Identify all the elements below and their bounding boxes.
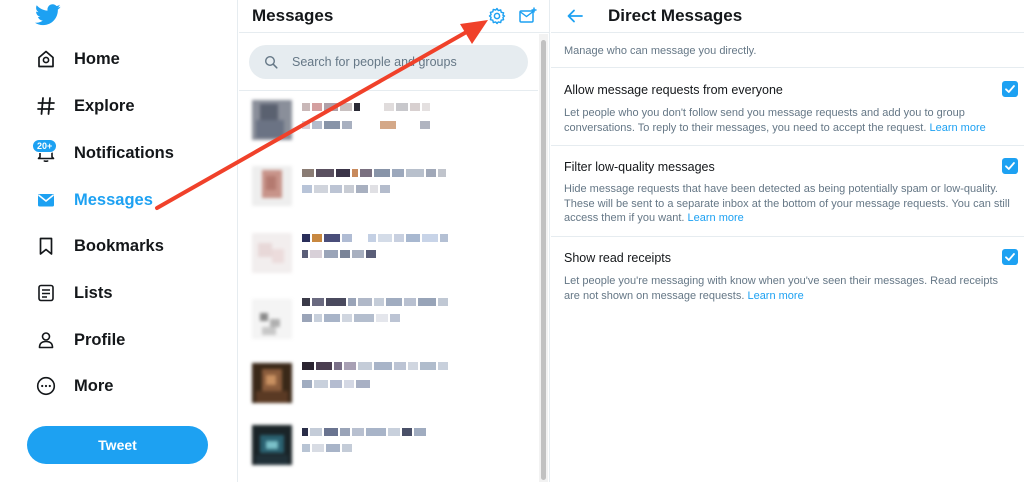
learn-more-link[interactable]: Learn more — [929, 122, 985, 134]
checkmark-icon — [1005, 253, 1015, 261]
nav-item-explore[interactable]: Explore — [28, 86, 135, 126]
option-description-filter-low-quality: Hide message requests that have been det… — [564, 182, 1012, 226]
blurred-preview — [302, 185, 392, 193]
description-text: Hide message requests that have been det… — [564, 183, 1010, 224]
blurred-name — [302, 428, 428, 436]
conversation-item[interactable] — [239, 159, 538, 225]
bookmark-icon — [28, 233, 64, 259]
avatar — [252, 363, 292, 403]
read-receipts-checkbox[interactable] — [1002, 249, 1018, 265]
avatar — [252, 166, 292, 206]
blurred-name — [302, 103, 432, 111]
person-icon — [28, 327, 64, 353]
nav-label-messages: Messages — [74, 190, 153, 209]
blurred-preview — [302, 121, 432, 129]
blurred-preview — [302, 444, 354, 452]
description-text: Let people who you don't follow send you… — [564, 107, 965, 134]
option-description-allow-requests: Let people who you don't follow send you… — [564, 106, 1012, 135]
hashtag-icon — [28, 93, 64, 119]
nav-label-notifications: Notifications — [74, 143, 174, 162]
conversation-item[interactable] — [239, 226, 538, 292]
envelope-icon — [28, 187, 64, 213]
blurred-preview — [302, 250, 378, 258]
nav-label-home: Home — [74, 49, 120, 68]
blurred-name — [302, 298, 450, 306]
more-icon — [28, 373, 64, 399]
option-label-allow-requests: Allow message requests from everyone — [564, 83, 783, 97]
nav-label-explore: Explore — [74, 96, 135, 115]
filter-low-quality-checkbox[interactable] — [1002, 158, 1018, 174]
search-bar[interactable] — [249, 45, 528, 79]
left-navigation: Home Explore Notifications 20+ Messages … — [0, 0, 238, 482]
notifications-badge: 20+ — [32, 139, 58, 153]
conversation-item[interactable] — [239, 93, 538, 159]
blurred-name — [302, 234, 450, 242]
section-divider — [551, 145, 1024, 146]
learn-more-link[interactable]: Learn more — [688, 212, 744, 224]
avatar — [252, 100, 292, 140]
blurred-preview — [302, 380, 372, 388]
messages-column: Messages — [239, 0, 550, 482]
scrollbar-thumb[interactable] — [541, 40, 546, 480]
option-label-read-receipts: Show read receipts — [564, 251, 672, 265]
settings-intro: Manage who can message you directly. — [564, 45, 757, 57]
messages-header: Messages — [239, 0, 550, 33]
conversation-item[interactable] — [239, 418, 538, 482]
avatar — [252, 233, 292, 273]
checkmark-icon — [1005, 162, 1015, 170]
search-input[interactable] — [292, 55, 512, 69]
blurred-preview — [302, 314, 402, 322]
settings-title: Direct Messages — [608, 6, 743, 25]
settings-header: Direct Messages — [551, 0, 1024, 33]
home-icon — [28, 46, 64, 72]
nav-item-profile[interactable]: Profile — [28, 320, 125, 360]
tweet-button[interactable]: Tweet — [27, 426, 208, 464]
nav-item-home[interactable]: Home — [28, 39, 120, 79]
back-arrow-icon[interactable] — [566, 7, 584, 25]
new-message-icon[interactable] — [518, 6, 538, 26]
conversation-item[interactable] — [239, 356, 538, 422]
allow-requests-checkbox[interactable] — [1002, 81, 1018, 97]
messages-title: Messages — [252, 6, 334, 25]
list-icon — [28, 280, 64, 306]
option-description-read-receipts: Let people you're messaging with know wh… — [564, 274, 1012, 303]
section-divider — [551, 67, 1024, 68]
nav-label-more: More — [74, 376, 114, 395]
nav-item-messages[interactable]: Messages — [28, 180, 153, 220]
avatar — [252, 299, 292, 339]
search-icon — [264, 55, 278, 69]
learn-more-link[interactable]: Learn more — [747, 290, 803, 302]
option-label-filter-low-quality: Filter low-quality messages — [564, 160, 715, 174]
settings-gear-icon[interactable] — [487, 6, 507, 26]
direct-messages-settings: Direct Messages Manage who can message y… — [551, 0, 1024, 482]
nav-item-bookmarks[interactable]: Bookmarks — [28, 226, 164, 266]
avatar — [252, 425, 292, 465]
nav-label-bookmarks: Bookmarks — [74, 236, 164, 255]
twitter-logo-icon[interactable] — [35, 4, 61, 26]
search-divider — [239, 90, 538, 91]
blurred-name — [302, 362, 450, 370]
nav-item-lists[interactable]: Lists — [28, 273, 113, 313]
nav-label-profile: Profile — [74, 330, 126, 349]
blurred-name — [302, 169, 448, 177]
checkmark-icon — [1005, 85, 1015, 93]
nav-item-more[interactable]: More — [28, 366, 113, 406]
nav-label-lists: Lists — [74, 283, 113, 302]
conversation-item[interactable] — [239, 292, 538, 358]
section-divider — [551, 236, 1024, 237]
